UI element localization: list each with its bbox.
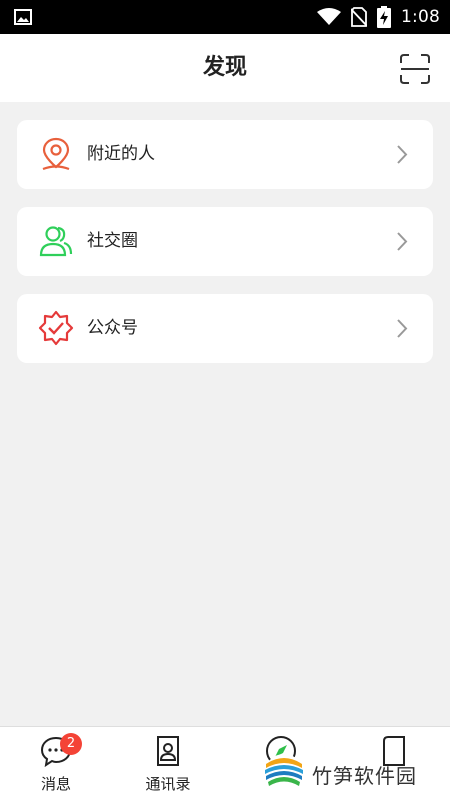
- chevron-right-icon: [397, 145, 408, 164]
- watermark-logo: [264, 754, 304, 794]
- menu-item-social-circle[interactable]: 社交圈: [17, 207, 433, 276]
- watermark-text: 竹笋软件园: [312, 764, 417, 788]
- contacts-icon: [157, 736, 179, 766]
- image-icon: [14, 9, 32, 25]
- chevron-right-icon: [397, 232, 408, 251]
- menu-item-official-accounts[interactable]: 公众号: [17, 294, 433, 363]
- tab-messages[interactable]: 2 消息: [0, 727, 112, 800]
- verified-badge-icon: [38, 310, 74, 346]
- status-bar: 1:08: [0, 0, 450, 34]
- menu-item-nearby-people[interactable]: 附近的人: [17, 120, 433, 189]
- page-title: 发现: [202, 55, 247, 80]
- status-time: 1:08: [401, 7, 440, 27]
- watermark: 竹笋软件园: [262, 752, 442, 796]
- scan-icon[interactable]: [400, 54, 430, 84]
- location-pin-icon: [42, 137, 70, 171]
- chevron-right-icon: [397, 319, 408, 338]
- menu-item-label: 社交圈: [87, 231, 138, 251]
- battery-charging-icon: [377, 6, 392, 28]
- no-sim-icon: [351, 7, 368, 27]
- unread-badge: 2: [60, 733, 82, 755]
- menu-item-label: 附近的人: [87, 144, 155, 164]
- menu-item-label: 公众号: [87, 318, 138, 338]
- wifi-icon: [317, 8, 342, 25]
- header: 发现: [0, 34, 450, 102]
- tab-label: 消息: [40, 775, 71, 793]
- tab-label: 通讯录: [145, 775, 191, 793]
- people-icon: [39, 226, 73, 257]
- tab-contacts[interactable]: 通讯录: [112, 727, 224, 800]
